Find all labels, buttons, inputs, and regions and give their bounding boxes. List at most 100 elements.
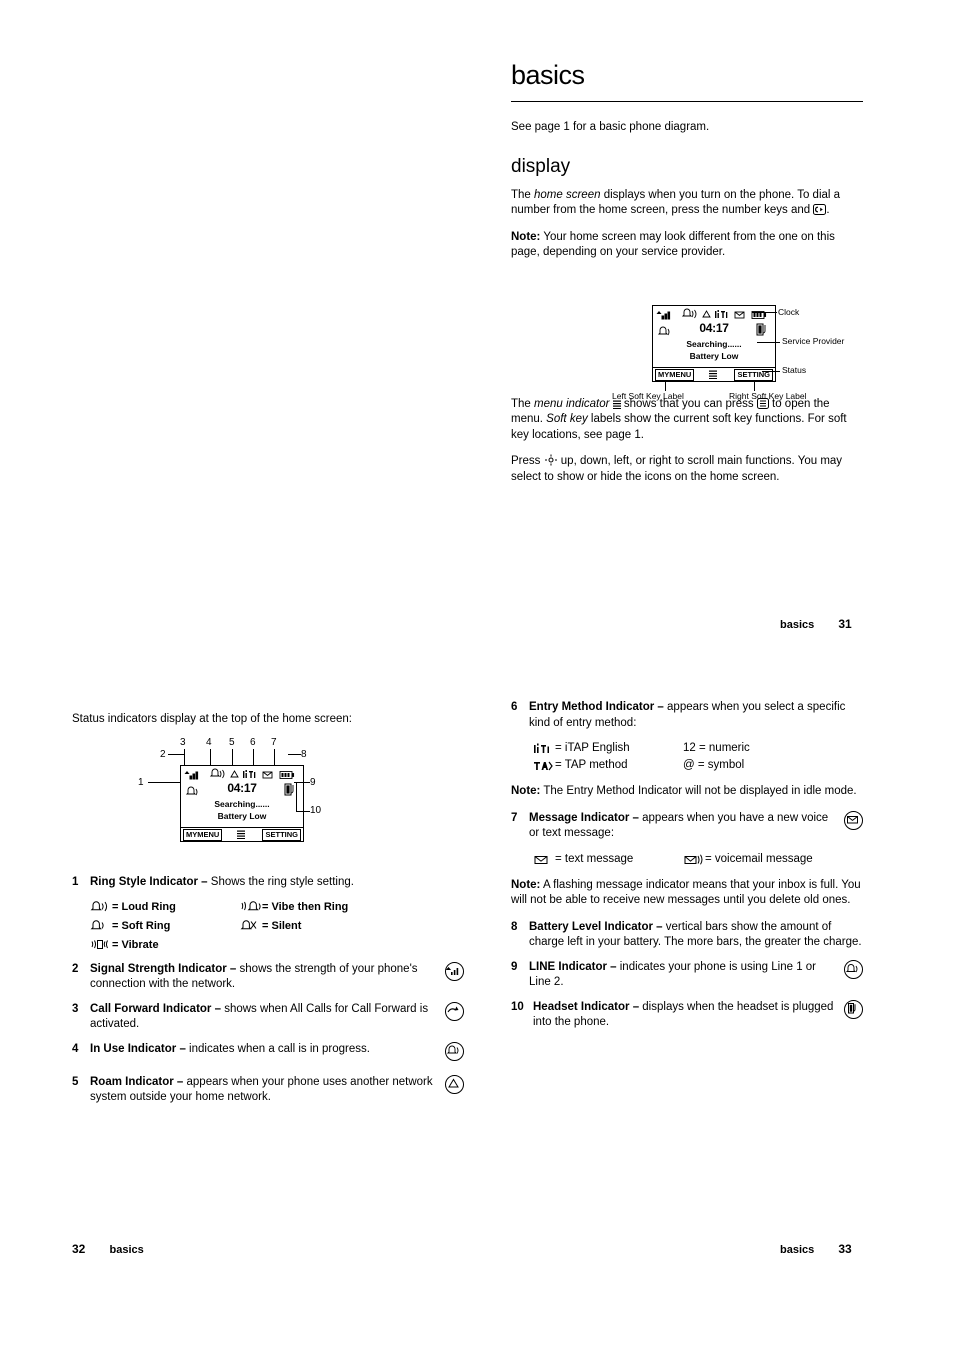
item-number-6: 6 bbox=[511, 701, 518, 713]
p2-italic-soft-key: Soft key bbox=[546, 413, 588, 425]
item-label-3: Call Forward Indicator – bbox=[90, 1002, 221, 1015]
item-label-9: LINE Indicator – bbox=[529, 960, 617, 973]
item-number-7: 7 bbox=[511, 811, 518, 824]
footer-page-33: basics 33 bbox=[780, 1242, 852, 1256]
note-text: Your home screen may look different from… bbox=[511, 230, 835, 259]
display-note: Note: Your home screen may look differen… bbox=[511, 230, 863, 261]
message-type-row-1: = text message = voicemail message bbox=[533, 851, 863, 868]
note2-label: Note: bbox=[511, 878, 541, 891]
list-item-4: 4 In Use Indicator – indicates when a ca… bbox=[72, 1041, 464, 1066]
list-item-2: 2 Signal Strength Indicator – shows the … bbox=[72, 961, 464, 993]
note1-label: Note: bbox=[511, 785, 541, 797]
clock-row: 04:17 bbox=[656, 321, 772, 337]
p3-part-b: up, down, left, or right to scroll main … bbox=[511, 455, 843, 483]
display-paragraph-1: The home screen displays when you turn o… bbox=[511, 188, 863, 219]
footer-page-31: basics 31 bbox=[780, 617, 852, 631]
service-provider-value-2: Searching...... bbox=[214, 799, 270, 809]
diagram-label-4: 4 bbox=[206, 737, 212, 748]
left-soft-key-label-2[interactable]: MYMENU bbox=[183, 829, 223, 841]
diagram-label-5: 5 bbox=[229, 737, 235, 748]
item-number-10: 10 bbox=[511, 1000, 524, 1013]
callout-status: Status bbox=[782, 365, 807, 375]
entry-method-row-1: = iTAP English 12 = numeric bbox=[533, 740, 863, 757]
leader-4 bbox=[210, 749, 211, 765]
callout-line-left-soft bbox=[665, 380, 666, 391]
message-type-table: = text message = voicemail message bbox=[533, 851, 863, 868]
message-indicator-note: Note: A flashing message indicator means… bbox=[511, 878, 863, 909]
note-label: Note: bbox=[511, 230, 541, 243]
item-number-1: 1 bbox=[72, 876, 79, 888]
vibrate-label: = Vibrate bbox=[112, 938, 159, 951]
item-number-4: 4 bbox=[72, 1042, 79, 1055]
soft-ring-label: = Soft Ring bbox=[112, 919, 171, 932]
section-heading-display: display bbox=[511, 155, 571, 177]
right-soft-key-label-2[interactable]: SETTING bbox=[262, 829, 301, 841]
diagram-label-3: 3 bbox=[180, 737, 186, 748]
text-message-label: = text message bbox=[555, 852, 634, 865]
message-indicator-icon bbox=[837, 810, 863, 842]
item-label-6: Entry Method Indicator – bbox=[529, 701, 664, 713]
voicemail-message-icon bbox=[683, 853, 705, 866]
ring-style-row-2: = Soft Ring = Silent bbox=[90, 919, 464, 933]
loud-ring-icon bbox=[90, 900, 112, 913]
vibe-then-ring-label: = Vibe then Ring bbox=[262, 900, 349, 913]
item-number-8: 8 bbox=[511, 920, 518, 933]
status-icon-row bbox=[656, 308, 772, 322]
item-text-1: Shows the ring style setting. bbox=[207, 876, 354, 888]
leader-7 bbox=[274, 749, 275, 765]
diagram-label-6: 6 bbox=[250, 737, 256, 748]
item-number-2: 2 bbox=[72, 962, 79, 975]
footer-page-number-33: 33 bbox=[838, 1242, 852, 1256]
item-label-7: Message Indicator – bbox=[529, 811, 639, 824]
footer-page-number-32: 32 bbox=[72, 1242, 86, 1256]
navigation-paragraph: Press up, down, left, or right to scroll… bbox=[511, 454, 863, 485]
callout-line-provider bbox=[757, 342, 780, 343]
leader-10-v bbox=[296, 783, 297, 811]
voicemail-message-label: = voicemail message bbox=[705, 852, 813, 865]
leader-5 bbox=[232, 749, 233, 765]
list-item-1: 1 Ring Style Indicator – Shows the ring … bbox=[72, 875, 464, 891]
service-provider-value: Searching...... bbox=[686, 339, 742, 349]
numeric-label: 12 = numeric bbox=[683, 742, 750, 754]
status-value: Battery Low bbox=[689, 351, 739, 361]
item-label-1: Ring Style Indicator – bbox=[90, 876, 208, 888]
tap-method-icon bbox=[533, 759, 555, 772]
callout-line-right-soft bbox=[754, 380, 755, 391]
footer-label: basics bbox=[780, 619, 815, 631]
item-label-4: In Use Indicator – bbox=[90, 1042, 186, 1055]
left-soft-key-label[interactable]: MYMENU bbox=[655, 369, 695, 381]
title-divider bbox=[511, 101, 863, 102]
list-item-6: 6 Entry Method Indicator – appears when … bbox=[511, 700, 863, 731]
list-item-3: 3 Call Forward Indicator – shows when Al… bbox=[72, 1001, 464, 1033]
phone-screen-illustration-2: 04:17 Searching...... Battery Low MYMENU… bbox=[180, 765, 304, 842]
status-indicator-diagram: 04:17 Searching...... Battery Low MYMENU… bbox=[72, 735, 402, 865]
list-item-7: 7 Message Indicator – appears when you h… bbox=[511, 810, 863, 842]
status-value-2: Battery Low bbox=[217, 811, 267, 821]
diagram-label-1: 1 bbox=[138, 777, 144, 788]
send-key-icon bbox=[813, 204, 827, 215]
menu-indicator-icon-2 bbox=[237, 830, 245, 839]
status-indicator-intro: Status indicators display at the top of … bbox=[72, 712, 352, 725]
item-label-2: Signal Strength Indicator – bbox=[90, 962, 237, 975]
itap-english-label: = iTAP English bbox=[555, 742, 630, 754]
item-label-8: Battery Level Indicator – bbox=[529, 920, 663, 933]
p1-italic-home-screen: home screen bbox=[534, 188, 601, 201]
footer-page-32: 32 basics bbox=[72, 1242, 144, 1256]
loud-ring-label: = Loud Ring bbox=[112, 900, 176, 913]
page-title: basics bbox=[511, 60, 585, 90]
footer-label-32: basics bbox=[109, 1244, 144, 1256]
ring-style-table: = Loud Ring = Vibe then Ring = Soft Ring… bbox=[90, 900, 464, 952]
footer-page-number: 31 bbox=[838, 617, 852, 631]
page-31: basics See page 1 for a basic phone diag… bbox=[511, 60, 863, 496]
navigation-key-icon bbox=[544, 454, 558, 466]
p1-part-c: . bbox=[826, 204, 830, 216]
phone-screen-illustration: 04:17 Searching...... Battery Low MYMENU… bbox=[652, 305, 776, 382]
soft-key-bar-2: MYMENU SETTING bbox=[181, 827, 303, 841]
leader-3 bbox=[184, 749, 185, 765]
entry-method-row-2: = TAP method @ = symbol bbox=[533, 757, 863, 774]
callout-clock: Clock bbox=[778, 307, 800, 317]
note2-text: A flashing message indicator means that … bbox=[511, 878, 861, 907]
leader-2 bbox=[168, 754, 184, 755]
item-label-5: Roam Indicator – bbox=[90, 1075, 184, 1088]
itap-english-icon bbox=[533, 742, 555, 755]
